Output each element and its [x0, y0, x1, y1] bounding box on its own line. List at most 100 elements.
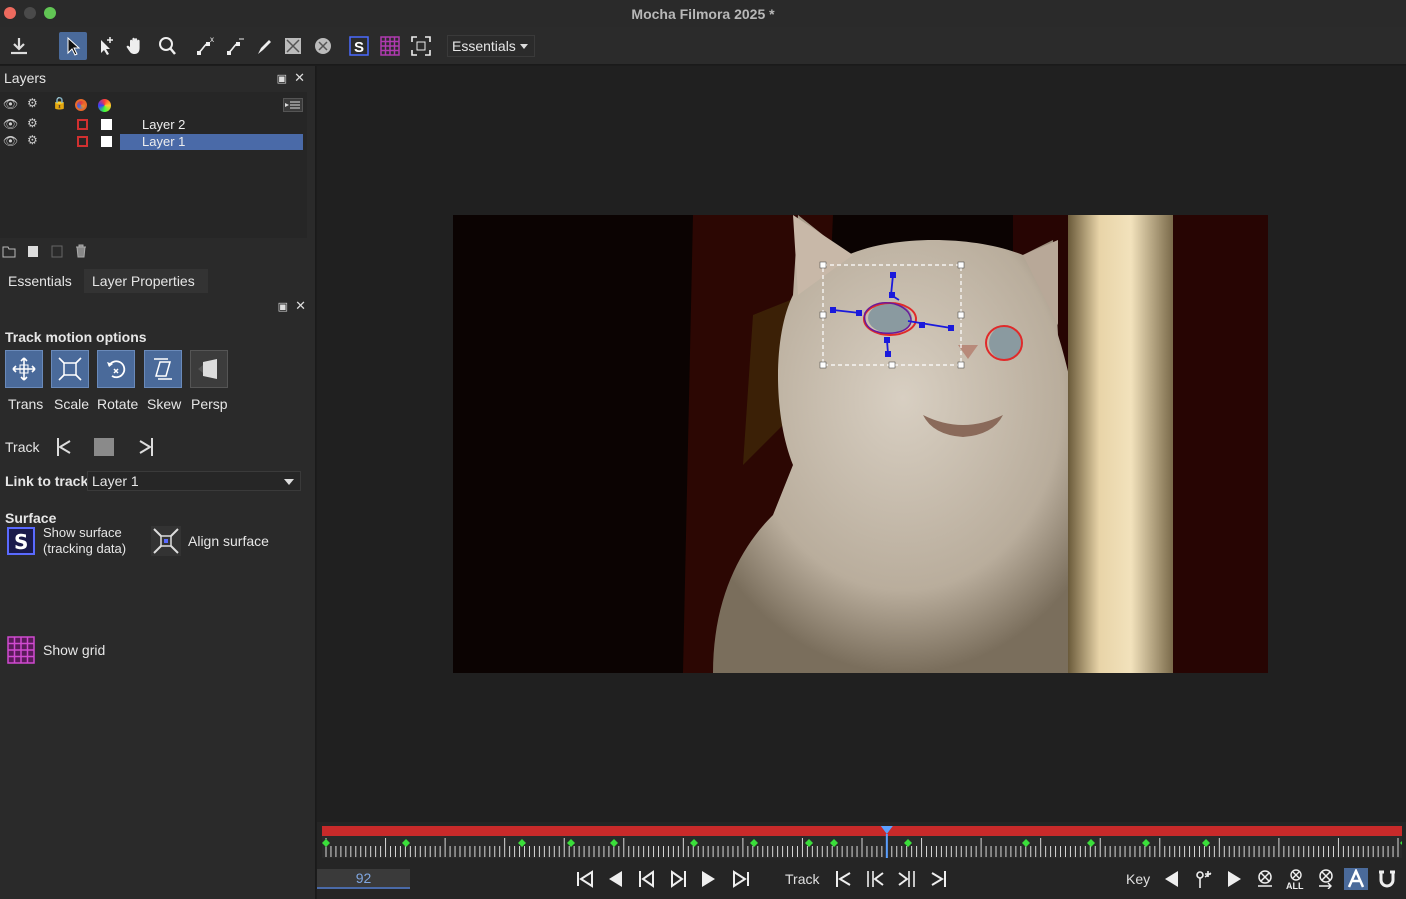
select-tool-icon[interactable]	[59, 32, 87, 60]
layer-row[interactable]: 👁 ⚙ Layer 1	[0, 133, 307, 150]
play-backward-icon[interactable]	[604, 868, 628, 890]
eye-icon[interactable]: 👁	[3, 117, 18, 131]
align-surface-label: Align surface	[188, 533, 269, 549]
workspace-dropdown[interactable]: Essentials	[447, 35, 535, 57]
show-surface-line1: Show surface	[43, 525, 122, 540]
key-label: Key	[1126, 871, 1151, 887]
create-xspline-icon[interactable]: x	[192, 32, 220, 60]
transport-bar: 92 Track Key ALL	[317, 862, 1406, 899]
save-icon[interactable]	[5, 32, 33, 60]
go-to-start-icon[interactable]	[573, 868, 597, 890]
layer-actions-toolbar	[0, 242, 307, 262]
tab-essentials[interactable]: Essentials	[0, 269, 80, 293]
close-icon[interactable]: ✕	[295, 298, 306, 313]
add-point-tool-icon[interactable]	[92, 32, 120, 60]
tab-layer-properties[interactable]: Layer Properties	[84, 269, 208, 293]
autokey-icon[interactable]	[1344, 868, 1368, 890]
color-header-icon[interactable]	[75, 99, 87, 111]
visibility-header-icon[interactable]: 👁	[3, 97, 18, 111]
zoom-tool-icon[interactable]	[153, 32, 181, 60]
current-frame-field[interactable]: 92	[317, 869, 410, 889]
layers-header: 👁 ⚙ 🔒	[0, 96, 307, 114]
magnet-icon[interactable]	[1375, 868, 1399, 890]
viewer-canvas[interactable]	[317, 66, 1406, 822]
timeline[interactable]	[317, 822, 1406, 862]
align-surface-button[interactable]	[151, 526, 181, 556]
clip-frame[interactable]	[453, 215, 1268, 673]
stop-tracking-button[interactable]	[94, 438, 114, 456]
layer-menu-icon[interactable]	[283, 98, 303, 112]
properties-panel-controls: ▣ ✕	[278, 298, 306, 314]
persp-toggle[interactable]	[190, 350, 228, 388]
delete-keys-range-icon[interactable]	[1314, 868, 1338, 890]
rectangle-tool-icon[interactable]	[279, 32, 307, 60]
layer-color-swatch[interactable]	[77, 136, 88, 147]
merge-layer-icon[interactable]	[50, 244, 64, 258]
perspective-icon	[198, 359, 217, 379]
main-toolbar: x S Essentials	[0, 27, 1406, 65]
chevron-down-icon	[284, 479, 294, 485]
cog-icon[interactable]: ⚙	[27, 133, 38, 147]
trans-toggle[interactable]	[5, 350, 43, 388]
new-folder-icon[interactable]	[2, 244, 16, 258]
layer-color-swatch[interactable]	[77, 119, 88, 130]
delete-all-keys-icon[interactable]: ALL	[1284, 868, 1308, 891]
link-to-track-value: Layer 1	[92, 473, 139, 489]
step-backward-icon[interactable]	[634, 868, 658, 890]
fit-view-icon[interactable]	[407, 32, 435, 60]
ellipse-tool-icon[interactable]	[309, 32, 337, 60]
layer-name[interactable]: Layer 2	[120, 117, 303, 133]
prev-key-icon[interactable]	[1160, 868, 1184, 890]
brush-tool-icon[interactable]	[250, 32, 278, 60]
show-grid-button[interactable]	[6, 635, 36, 665]
show-surface-button[interactable]: S	[6, 526, 36, 556]
layer-matte-swatch[interactable]	[101, 119, 112, 130]
timeline-bar[interactable]	[322, 826, 1406, 858]
rotate-icon	[107, 360, 126, 379]
delete-key-icon[interactable]	[1253, 868, 1277, 890]
undock-icon[interactable]: ▣	[277, 73, 287, 85]
show-surface-icon[interactable]: S	[345, 32, 373, 60]
skew-toggle[interactable]	[144, 350, 182, 388]
layer-matte-swatch[interactable]	[101, 136, 112, 147]
undock-icon[interactable]: ▣	[278, 301, 288, 313]
add-key-icon[interactable]	[1192, 868, 1216, 890]
surface-title: Surface	[5, 510, 57, 526]
track-step-backward-icon[interactable]	[863, 868, 887, 890]
next-key-icon[interactable]	[1222, 868, 1246, 890]
duplicate-layer-icon[interactable]	[26, 244, 40, 258]
link-to-track-label: Link to track	[5, 473, 89, 489]
scale-toggle[interactable]	[51, 350, 89, 388]
track-step-forward-icon[interactable]	[895, 868, 919, 890]
cog-header-icon[interactable]: ⚙	[27, 96, 38, 110]
layer-row[interactable]: 👁 ⚙ Layer 2	[0, 116, 307, 133]
track-backward-icon[interactable]	[54, 436, 74, 461]
rotate-toggle[interactable]	[97, 350, 135, 388]
cog-icon[interactable]: ⚙	[27, 116, 38, 130]
track-motion-title: Track motion options	[5, 329, 147, 345]
eye-icon[interactable]: 👁	[3, 134, 18, 148]
svg-text:S: S	[354, 39, 364, 56]
grid-icon	[7, 636, 35, 664]
track-forward-icon[interactable]	[926, 868, 950, 890]
step-forward-icon[interactable]	[667, 868, 691, 890]
workspace-value: Essentials	[452, 38, 516, 54]
rotate-label: Rotate	[97, 396, 139, 412]
show-grid-icon[interactable]	[376, 32, 404, 60]
all-label: ALL	[1286, 881, 1304, 891]
svg-text:S: S	[14, 530, 28, 554]
track-label: Track	[5, 439, 40, 455]
track-forward-icon[interactable]	[136, 436, 156, 461]
layers-panel-controls: ▣ ✕	[277, 70, 305, 86]
create-bezier-icon[interactable]	[222, 32, 250, 60]
pan-hand-icon[interactable]	[121, 32, 149, 60]
lock-header-icon[interactable]: 🔒	[52, 96, 67, 110]
blend-header-icon[interactable]	[98, 99, 111, 112]
layer-name-selected[interactable]: Layer 1	[120, 134, 303, 150]
go-to-end-icon[interactable]	[729, 868, 753, 890]
trash-icon[interactable]	[74, 244, 88, 258]
track-backward-icon[interactable]	[832, 868, 856, 890]
play-forward-icon[interactable]	[696, 868, 720, 890]
link-to-track-select[interactable]: Layer 1	[87, 471, 301, 491]
close-icon[interactable]: ✕	[294, 70, 305, 85]
